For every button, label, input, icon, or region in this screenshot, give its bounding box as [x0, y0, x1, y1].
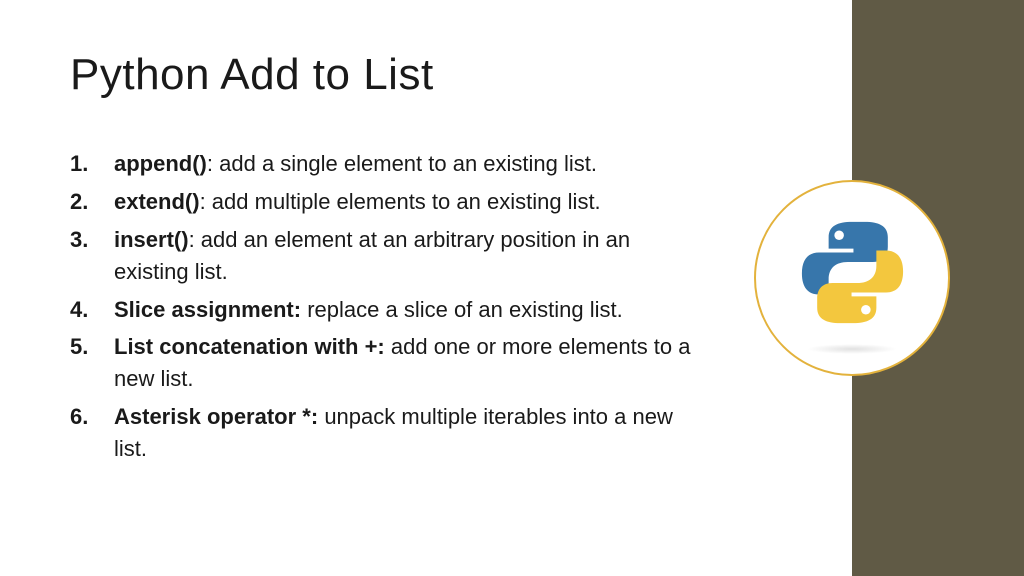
- item-term: extend(): [114, 189, 200, 214]
- item-desc: add multiple elements to an existing lis…: [212, 189, 601, 214]
- item-term: insert(): [114, 227, 189, 252]
- item-term: Asterisk operator *:: [114, 404, 318, 429]
- list-item: insert(): add an element at an arbitrary…: [70, 224, 710, 288]
- item-term: append(): [114, 151, 207, 176]
- list-item: append(): add a single element to an exi…: [70, 148, 710, 180]
- list-item: Asterisk operator *: unpack multiple ite…: [70, 401, 710, 465]
- list-item: List concatenation with +: add one or mo…: [70, 331, 710, 395]
- item-colon: :: [207, 151, 219, 176]
- item-desc: add a single element to an existing list…: [219, 151, 597, 176]
- item-desc: replace a slice of an existing list.: [307, 297, 623, 322]
- list-item: Slice assignment: replace a slice of an …: [70, 294, 710, 326]
- item-term: List concatenation with +:: [114, 334, 385, 359]
- item-term: Slice assignment:: [114, 297, 301, 322]
- methods-list: append(): add a single element to an exi…: [70, 148, 710, 465]
- page-title: Python Add to List: [70, 50, 954, 100]
- item-colon: :: [189, 227, 201, 252]
- item-colon: :: [200, 189, 212, 214]
- logo-badge: [754, 180, 950, 376]
- logo-shadow: [807, 344, 897, 354]
- list-item: extend(): add multiple elements to an ex…: [70, 186, 710, 218]
- python-logo-icon: [800, 220, 905, 325]
